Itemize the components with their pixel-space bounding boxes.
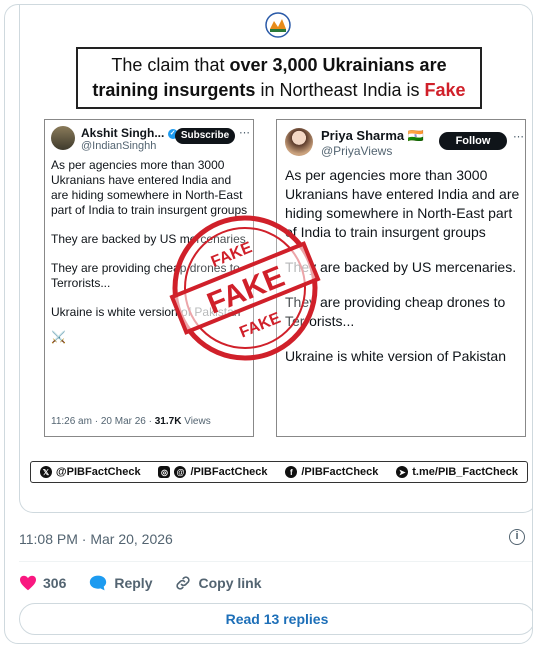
x-logo-icon: 𝕏 [39, 466, 52, 478]
copy-link-label: Copy link [198, 575, 262, 591]
tweet-paragraph: They are backed by US mercenaries. [285, 259, 517, 275]
like-count: 306 [43, 575, 67, 591]
tweet-paragraph: Ukraine is white version of Pakistan [285, 348, 506, 364]
more-icon: ⋯ [513, 131, 524, 143]
post-image[interactable]: The claim that over 3,000 Ukrainians are… [19, 5, 532, 513]
follow-button: Follow [439, 132, 507, 150]
info-icon[interactable]: i [509, 529, 525, 545]
reply-bubble-icon [90, 575, 107, 591]
tweet-author-handle: @PriyaViews [321, 144, 393, 158]
social-x: 𝕏 @PIBFactCheck [39, 466, 141, 478]
instagram-icon: ◎ [158, 466, 171, 478]
reply-button[interactable]: Reply [88, 574, 152, 592]
claim-headline: The claim that over 3,000 Ukrainians are… [76, 47, 482, 109]
india-flag-icon: 🇮🇳 [407, 128, 424, 143]
tweet-author-handle: @IndianSinghh [81, 140, 157, 152]
heart-icon [20, 575, 36, 591]
divider [19, 561, 532, 562]
post-card: The claim that over 3,000 Ukrainians are… [4, 4, 533, 644]
threads-icon: @ [174, 466, 187, 478]
copy-link-button[interactable]: Copy link [174, 574, 262, 592]
facebook-icon: f [285, 466, 298, 478]
headline-bold: over 3,000 Ukrainians are [229, 55, 447, 75]
avatar [285, 128, 313, 156]
social-handles-bar: 𝕏 @PIBFactCheck ◎ @/PIBFactCheck f/PIBFact… [30, 461, 528, 483]
headline-bold: training insurgents [92, 80, 256, 100]
headline-text: The claim that [111, 55, 230, 75]
avatar [51, 126, 75, 150]
like-button[interactable]: 306 [19, 575, 66, 591]
tweet-paragraph: As per agencies more than 3000 Ukranians… [51, 158, 248, 217]
pib-logo-icon [265, 12, 291, 38]
tweet-author-name: Akshit Singh... ✓ [81, 126, 178, 140]
social-telegram: ➤ t.me/PIB_FactCheck [396, 466, 518, 478]
subscribe-button: Subscribe [175, 128, 235, 144]
link-icon [176, 576, 191, 590]
telegram-icon: ➤ [396, 466, 409, 478]
post-timestamp[interactable]: 11:08 PM · Mar 20, 2026 [19, 531, 173, 547]
post-actions: 306 Reply Copy link [19, 571, 284, 595]
social-instagram: ◎ @/PIBFactCheck [158, 466, 268, 478]
social-facebook: f/PIBFactCheck [285, 466, 378, 478]
tweet-author-name: Priya Sharma 🇮🇳 [321, 128, 424, 143]
more-icon: ⋯ [239, 127, 250, 139]
reply-label: Reply [114, 575, 153, 591]
tweet-meta: 11:26 am · 20 Mar 26 · 31.7K Views [51, 416, 211, 427]
headline-text: in Northeast India is [255, 80, 425, 100]
fake-label: Fake [424, 80, 466, 100]
tweet-paragraph: As per agencies more than 3000 Ukranians… [285, 167, 520, 240]
read-replies-button[interactable]: Read 13 replies [19, 603, 532, 635]
